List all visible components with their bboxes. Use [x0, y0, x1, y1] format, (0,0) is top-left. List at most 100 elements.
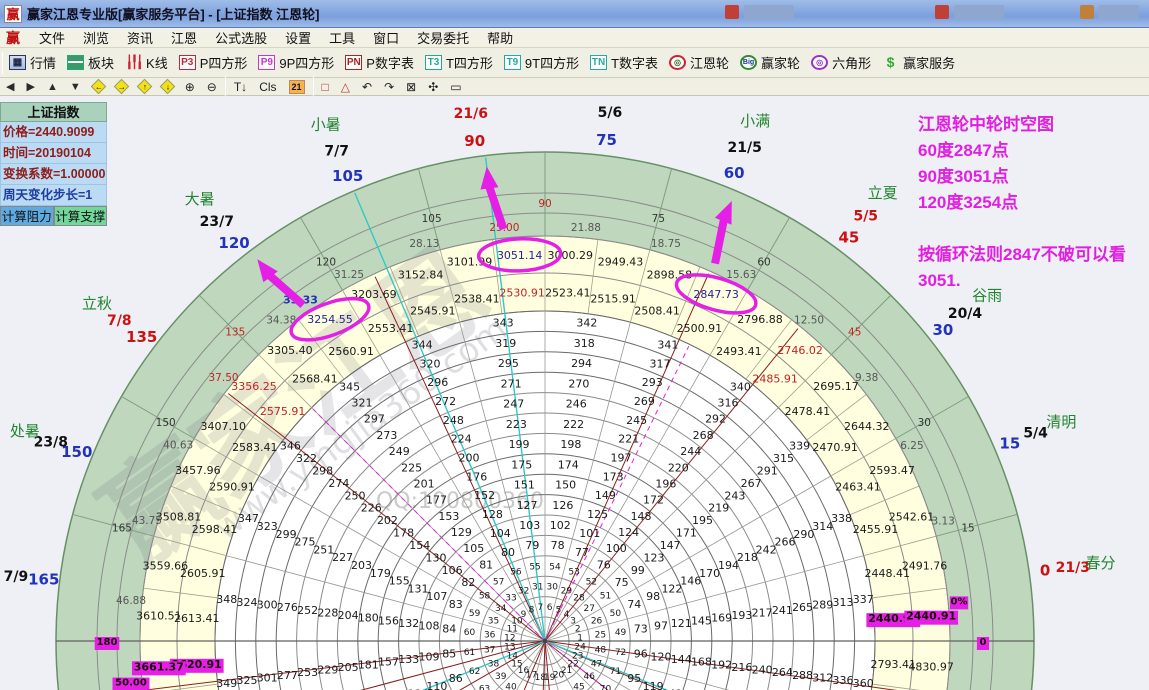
tool-t-down[interactable]: T↓ — [228, 78, 253, 96]
titlebar-artifact — [744, 5, 794, 19]
drawing-toolbar: ◀▶▲▼←→↑↓⊕⊖ T↓Cls21 □△↶↷⊠✣▭ — [0, 78, 1149, 96]
svg-text:32: 32 — [518, 586, 529, 596]
svg-text:3457.96: 3457.96 — [175, 464, 221, 477]
price-row: 价格=2440.9099 — [0, 122, 107, 143]
toolbar-button-kline[interactable]: ╽╿╽K线 — [121, 51, 175, 74]
svg-text:318: 318 — [574, 337, 595, 350]
toolbar-button-t-table[interactable]: TNT数字表 — [586, 51, 665, 74]
menu-item-1[interactable]: 浏览 — [74, 28, 118, 47]
9t-square-icon: T9 — [504, 55, 521, 70]
svg-text:38: 38 — [488, 659, 500, 669]
svg-text:251: 251 — [313, 543, 334, 556]
p-table-icon: PN — [345, 55, 362, 70]
tool-shift-right[interactable]: → — [110, 78, 133, 96]
svg-text:40.63: 40.63 — [163, 440, 193, 452]
tool-square-tool[interactable]: □ — [316, 78, 335, 96]
toolbar-button-t-square[interactable]: T3T四方形 — [421, 51, 500, 74]
svg-text:153: 153 — [438, 510, 459, 523]
tool-fit-tool[interactable]: ✣ — [422, 78, 444, 96]
svg-text:7/7: 7/7 — [324, 143, 349, 159]
svg-text:104: 104 — [490, 527, 511, 540]
svg-text:346: 346 — [280, 440, 301, 453]
svg-text:7/9: 7/9 — [4, 569, 29, 585]
toolbar-button-label: 9P四方形 — [279, 53, 334, 72]
calc-resistance-button[interactable]: 计算阻力 — [0, 206, 54, 226]
svg-text:3152.84: 3152.84 — [398, 269, 444, 282]
toolbar-button-9t-square[interactable]: T99T四方形 — [500, 51, 586, 74]
tool-nav-left[interactable]: ◀ — [0, 78, 20, 96]
svg-text:86: 86 — [449, 672, 463, 685]
toolbar-button-p-square[interactable]: P3P四方形 — [175, 51, 255, 74]
tool-xbox-tool[interactable]: ⊠ — [400, 78, 422, 96]
svg-text:4: 4 — [564, 610, 570, 620]
tool-calendar-21[interactable]: 21 — [283, 78, 311, 96]
toolbar-button-winner-service[interactable]: $赢家服务 — [878, 51, 962, 74]
svg-text:2485.91: 2485.91 — [752, 373, 798, 386]
svg-text:110: 110 — [426, 680, 447, 690]
calc-support-button[interactable]: 计算支撑 — [54, 206, 108, 226]
tool-shift-down[interactable]: ↓ — [156, 78, 179, 96]
svg-text:276: 276 — [277, 601, 298, 614]
toolbar-button-p-table[interactable]: PNP数字表 — [341, 51, 421, 74]
title-bar: 赢 赢家江恩专业版[赢家服务平台] - [上证指数 江恩轮] — [0, 0, 1149, 28]
hexagon-icon: ◎ — [811, 55, 828, 70]
sectors-icon — [67, 55, 84, 70]
toolbar-button-winner-wheel[interactable]: Big赢家轮 — [736, 51, 807, 74]
toolbar-button-quotes[interactable]: ▦行情 — [5, 51, 63, 74]
svg-text:50.00: 50.00 — [115, 678, 147, 689]
svg-text:90: 90 — [464, 132, 485, 150]
shift-down-icon: ↓ — [159, 79, 175, 95]
svg-text:205: 205 — [338, 661, 359, 674]
svg-text:2538.41: 2538.41 — [454, 293, 500, 306]
tool-shift-left[interactable]: ← — [87, 78, 110, 96]
svg-text:124: 124 — [618, 526, 639, 539]
svg-text:316: 316 — [717, 397, 738, 410]
tool-zoom-in[interactable]: ⊕ — [179, 78, 201, 96]
svg-text:222: 222 — [563, 418, 584, 431]
svg-text:96: 96 — [634, 648, 648, 661]
menu-item-3[interactable]: 江恩 — [162, 28, 206, 47]
toolbar-button-gann-wheel[interactable]: ◎江恩轮 — [665, 51, 736, 74]
toolbar-button-9p-square[interactable]: P99P四方形 — [254, 51, 341, 74]
svg-text:173: 173 — [603, 470, 624, 483]
toolbar-button-hexagon[interactable]: ◎六角形 — [807, 51, 878, 74]
svg-text:296: 296 — [427, 376, 448, 389]
svg-text:2590.91: 2590.91 — [209, 481, 255, 494]
svg-text:180: 180 — [358, 612, 379, 625]
tool-shift-up[interactable]: ↑ — [133, 78, 156, 96]
winner-wheel-icon: Big — [740, 55, 757, 70]
tool-rotate-ccw[interactable]: ↶ — [356, 78, 378, 96]
app-logo-icon: 赢 — [4, 5, 22, 23]
toolbar-button-sectors[interactable]: 板块 — [63, 51, 121, 74]
svg-text:2455.91: 2455.91 — [853, 523, 899, 536]
tool-triangle-tool[interactable]: △ — [335, 78, 356, 96]
svg-text:347: 347 — [238, 512, 259, 525]
menu-item-0[interactable]: 文件 — [30, 28, 74, 47]
svg-text:135: 135 — [225, 326, 245, 338]
svg-text:6: 6 — [547, 603, 553, 613]
tool-rotate-cw[interactable]: ↷ — [378, 78, 400, 96]
svg-text:154: 154 — [409, 539, 430, 552]
toolbar-separator — [313, 76, 314, 98]
menu-item-2[interactable]: 资讯 — [118, 28, 162, 47]
menu-item-7[interactable]: 窗口 — [364, 28, 408, 47]
svg-text:342: 342 — [576, 317, 597, 330]
menu-item-8[interactable]: 交易委托 — [408, 28, 478, 47]
svg-text:80: 80 — [501, 546, 515, 559]
svg-text:250: 250 — [345, 489, 366, 502]
tool-nav-up[interactable]: ▲ — [41, 78, 64, 96]
menu-item-5[interactable]: 设置 — [276, 28, 320, 47]
tool-cls[interactable]: Cls — [253, 78, 282, 96]
tool-board-tool[interactable]: ▭ — [444, 78, 467, 96]
tool-nav-right[interactable]: ▶ — [20, 78, 40, 96]
svg-text:30: 30 — [933, 321, 954, 339]
menu-item-9[interactable]: 帮助 — [478, 28, 522, 47]
svg-text:2553.41: 2553.41 — [368, 322, 414, 335]
step-row: 周天变化步长=1 — [0, 185, 107, 206]
menu-item-4[interactable]: 公式选股 — [206, 28, 276, 47]
menu-item-6[interactable]: 工具 — [320, 28, 364, 47]
svg-text:76: 76 — [597, 558, 611, 571]
tool-zoom-out[interactable]: ⊖ — [201, 78, 223, 96]
tool-nav-down[interactable]: ▼ — [64, 78, 87, 96]
svg-text:291: 291 — [757, 464, 778, 477]
